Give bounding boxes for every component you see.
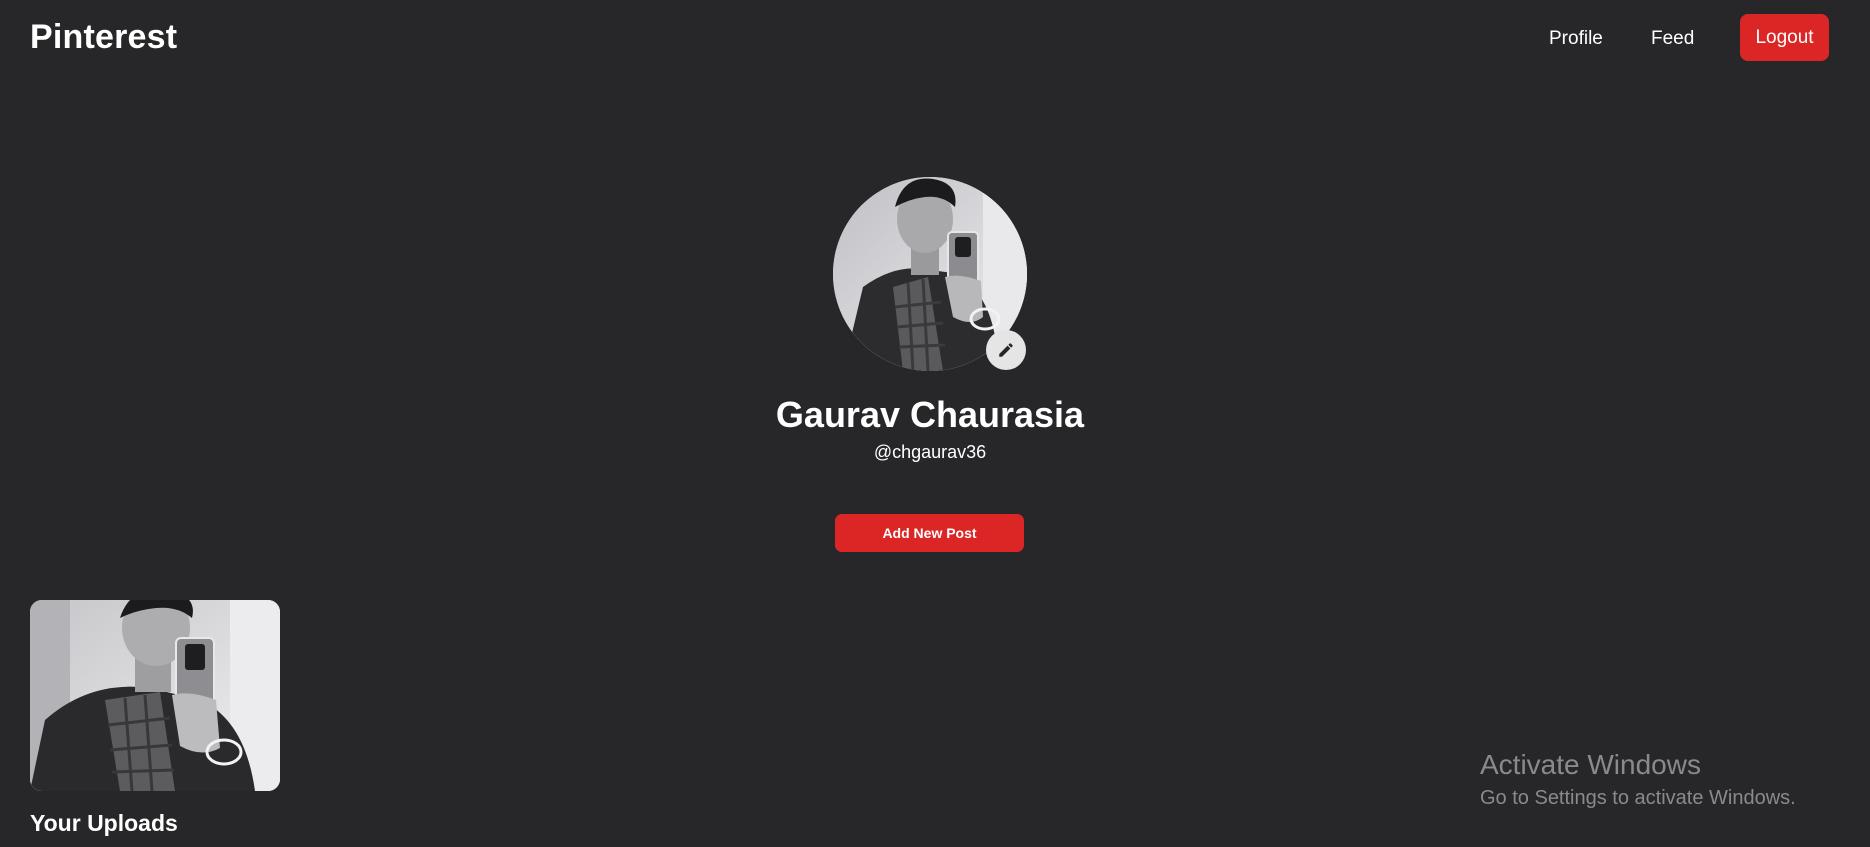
nav-link-feed[interactable]: Feed bbox=[1651, 28, 1694, 50]
upload-card[interactable] bbox=[30, 600, 280, 791]
nav-link-profile[interactable]: Profile bbox=[1549, 28, 1603, 50]
add-new-post-button[interactable]: Add New Post bbox=[835, 514, 1024, 552]
avatar-container bbox=[833, 177, 1027, 371]
profile-handle: @chgaurav36 bbox=[873, 442, 987, 462]
pencil-icon bbox=[999, 343, 1013, 357]
profile-name: Gaurav Chaurasia bbox=[775, 394, 1085, 435]
windows-activation-watermark: Activate Windows Go to Settings to activ… bbox=[1480, 749, 1796, 810]
watermark-subtitle: Go to Settings to activate Windows. bbox=[1480, 787, 1796, 809]
upload-thumbnail bbox=[30, 600, 280, 791]
edit-avatar-button[interactable] bbox=[986, 330, 1026, 370]
watermark-title: Activate Windows bbox=[1480, 749, 1701, 780]
profile-page: Pinterest Profile Feed Logout Gaurav Cha… bbox=[0, 0, 1870, 847]
logout-button[interactable]: Logout bbox=[1740, 14, 1829, 61]
navbar: Pinterest Profile Feed Logout bbox=[0, 0, 1870, 80]
uploads-title: Your Uploads bbox=[30, 810, 178, 836]
brand-logo[interactable]: Pinterest bbox=[30, 18, 177, 57]
